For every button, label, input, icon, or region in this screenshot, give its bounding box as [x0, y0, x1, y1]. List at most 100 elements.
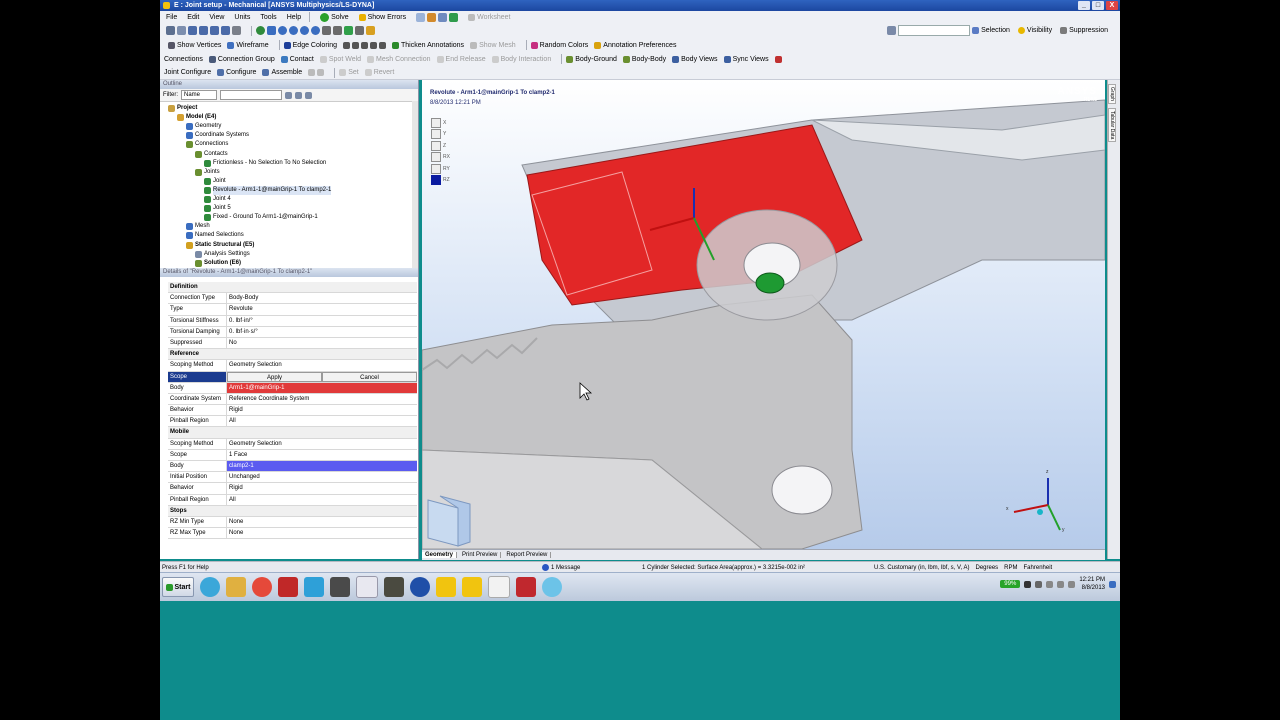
tray-icon[interactable]: [1068, 580, 1076, 588]
wireframe-button[interactable]: Wireframe: [227, 41, 269, 49]
revert-button[interactable]: Revert: [364, 69, 394, 76]
solidworks-icon[interactable]: [278, 577, 298, 597]
app-icon[interactable]: [384, 577, 404, 597]
volume-icon[interactable]: [1035, 580, 1043, 588]
details-value[interactable]: Unchanged: [227, 472, 417, 482]
set-view-icon[interactable]: [355, 26, 364, 35]
menu-tools[interactable]: Tools: [260, 14, 276, 21]
tab-geometry[interactable]: Geometry: [422, 552, 458, 558]
details-row[interactable]: Scoping Method Geometry Selection: [168, 438, 417, 450]
apply-button[interactable]: Apply: [227, 371, 322, 382]
face-select-icon[interactable]: [210, 26, 219, 35]
details-value[interactable]: Arm1-1@mainGrip-1: [227, 382, 417, 393]
cancel-button[interactable]: Cancel: [322, 371, 417, 382]
tree-item[interactable]: Joints: [195, 168, 220, 177]
tree-item[interactable]: Joint 5: [204, 204, 231, 213]
solve-button[interactable]: Solve: [320, 12, 349, 22]
tree-item[interactable]: Joint: [204, 177, 226, 186]
select-mode-icon[interactable]: [177, 26, 186, 35]
details-row[interactable]: Scope 1 Face: [168, 449, 417, 461]
body-views-button[interactable]: Body Views: [672, 55, 718, 63]
tree-item[interactable]: Mesh: [186, 222, 210, 231]
details-row[interactable]: Torsional Stiffness 0. lbf·in/°: [168, 315, 417, 327]
status-messages[interactable]: 1 Message: [542, 564, 642, 571]
pan-icon[interactable]: [267, 26, 276, 35]
details-section-header[interactable]: Reference: [168, 349, 417, 361]
edge-select-icon[interactable]: [199, 26, 208, 35]
close-connections-icon[interactable]: [774, 55, 782, 63]
camera-icon[interactable]: [887, 26, 897, 35]
start-button[interactable]: Start: [162, 577, 194, 597]
box-zoom-icon[interactable]: [289, 26, 298, 35]
filter-dropdown[interactable]: Name: [181, 90, 217, 100]
details-row[interactable]: Suppressed No: [168, 337, 417, 350]
edge-style-icon[interactable]: [352, 41, 360, 49]
tab-graph[interactable]: Graph: [1108, 84, 1116, 104]
previous-view-icon[interactable]: [322, 26, 331, 35]
details-row[interactable]: RZ Max Type None: [168, 528, 417, 540]
ansys-workbench-icon[interactable]: [436, 577, 456, 597]
tree-item[interactable]: Connections: [186, 140, 228, 149]
menu-units[interactable]: Units: [234, 14, 250, 21]
tree-item[interactable]: Fixed - Ground To Arm1-1@mainGrip-1: [204, 213, 318, 222]
details-row[interactable]: Pinball Region All: [168, 416, 417, 428]
tree-item[interactable]: Geometry: [186, 122, 221, 131]
details-section-header[interactable]: Definition: [168, 282, 417, 294]
edge-coloring-button[interactable]: Edge Coloring: [283, 41, 337, 49]
details-value[interactable]: Rigid: [227, 483, 417, 493]
selection-toolbar-button[interactable]: Selection: [972, 27, 1010, 34]
mcafee-icon[interactable]: [516, 577, 536, 597]
section-icon[interactable]: [449, 12, 459, 22]
maximize-button[interactable]: □: [1092, 1, 1104, 10]
next-view-icon[interactable]: [333, 26, 342, 35]
zoom-to-fit-icon[interactable]: [300, 26, 309, 35]
spot-weld-button[interactable]: Spot Weld: [319, 55, 361, 63]
filter-input[interactable]: [220, 90, 282, 100]
details-row[interactable]: Behavior Rigid: [168, 405, 417, 417]
tree-item[interactable]: Model (E4): [177, 113, 216, 122]
details-value[interactable]: All: [227, 416, 417, 426]
tree-item[interactable]: Frictionless - No Selection To No Select…: [204, 159, 326, 168]
tree-item[interactable]: Contacts: [195, 150, 228, 159]
menu-file[interactable]: File: [166, 14, 177, 21]
set-button[interactable]: Set: [339, 69, 359, 76]
details-row[interactable]: Body clamp2-1: [168, 461, 417, 473]
details-row[interactable]: Behavior Rigid: [168, 483, 417, 495]
details-row[interactable]: Scoping Method Geometry Selection: [168, 360, 417, 372]
isometric-view-icon[interactable]: [344, 26, 353, 35]
filter-search-icon[interactable]: [285, 91, 292, 99]
new-icon[interactable]: [416, 12, 426, 22]
model-scene[interactable]: [422, 80, 1105, 549]
folder-icon[interactable]: [226, 577, 246, 597]
suppression-button[interactable]: Suppression: [1060, 27, 1108, 34]
named-selection-dropdown[interactable]: [898, 25, 971, 36]
app-icon[interactable]: [410, 577, 430, 597]
tree-item[interactable]: Solution (E6): [195, 259, 241, 268]
app-icon[interactable]: [542, 577, 562, 597]
details-value[interactable]: Geometry Selection: [227, 360, 417, 370]
vertex-select-icon[interactable]: [188, 26, 197, 35]
edge-style-icon[interactable]: [370, 41, 378, 49]
edge-style-icon[interactable]: [379, 41, 387, 49]
ansys-mechanical-icon[interactable]: [462, 577, 482, 597]
tray-icon[interactable]: [1046, 580, 1054, 588]
details-section-header[interactable]: Stops: [168, 505, 417, 517]
details-row[interactable]: Type Revolute: [168, 304, 417, 316]
tree-item[interactable]: Coordinate Systems: [186, 131, 249, 140]
thicken-annotations-button[interactable]: Thicken Annotations: [392, 41, 464, 49]
tab-report-preview[interactable]: Report Preview: [503, 552, 552, 558]
show-errors-button[interactable]: Show Errors: [358, 13, 406, 21]
menu-view[interactable]: View: [209, 14, 224, 21]
worksheet-button[interactable]: Worksheet: [468, 13, 510, 21]
view-cube-front[interactable]: [427, 499, 459, 547]
comment-icon[interactable]: [427, 12, 437, 22]
rotate-icon[interactable]: [256, 26, 265, 35]
details-value[interactable]: 1 Face: [227, 450, 417, 460]
details-section-header[interactable]: Mobile: [168, 427, 417, 439]
extend-selection-icon[interactable]: [232, 26, 241, 35]
assemble-button[interactable]: Assemble: [262, 69, 302, 76]
details-value[interactable]: Body-Body: [227, 293, 417, 303]
tab-print-preview[interactable]: Print Preview: [459, 552, 502, 558]
contact-button[interactable]: Contact: [280, 55, 314, 63]
tab-tabular-data[interactable]: Tabular Data: [1108, 107, 1116, 143]
